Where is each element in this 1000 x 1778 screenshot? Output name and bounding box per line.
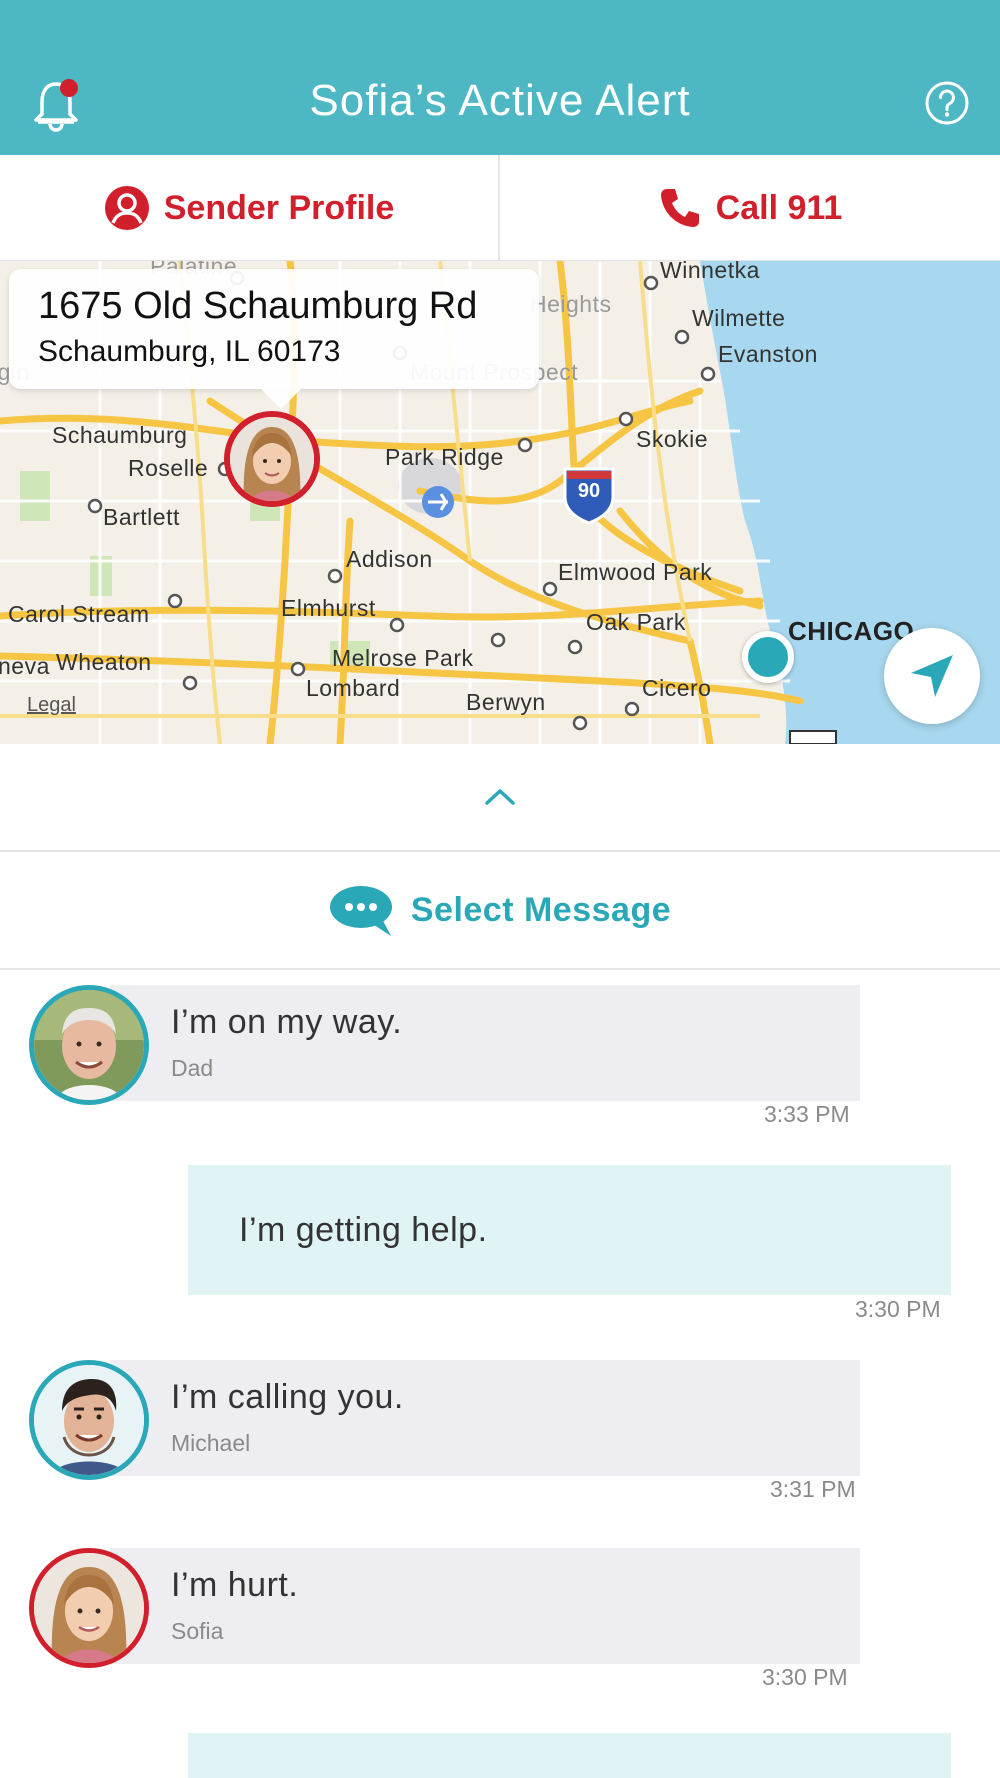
page-title: Sofia’s Active Alert	[309, 76, 691, 125]
chevron-up-icon	[485, 789, 515, 805]
map-label-oak-park: Oak Park	[586, 609, 686, 635]
user-circle-icon	[104, 186, 149, 230]
message-bubble-incoming[interactable]: I’m calling you. Michael	[110, 1360, 860, 1476]
message-timestamp: 3:33 PM	[764, 1101, 850, 1127]
app-header: Sofia’s Active Alert	[0, 0, 1000, 155]
map-label-heights: Heights	[530, 291, 612, 317]
map-label-melrose-park: Melrose Park	[332, 645, 474, 671]
map-label-elmwood-park: Elmwood Park	[558, 559, 713, 585]
interstate-90-shield: 90	[577, 480, 601, 502]
message-timestamp: 3:30 PM	[762, 1664, 848, 1690]
avatar-michael[interactable]	[29, 1360, 149, 1480]
map-label-wilmette: Wilmette	[692, 305, 786, 331]
message-bubble-incoming[interactable]: I’m hurt. Sofia	[110, 1548, 860, 1664]
action-bar: Sender Profile Call 911	[0, 155, 1000, 261]
sofia-location-pin-avatar[interactable]	[224, 411, 320, 507]
sender-profile-button[interactable]: Sender Profile	[0, 155, 500, 261]
help-icon[interactable]	[924, 80, 970, 126]
expand-map-toggle[interactable]	[0, 744, 1000, 852]
message-text: I’m on my way.	[171, 1003, 403, 1041]
select-message-label: Select Message	[410, 890, 672, 929]
location-arrow-icon	[911, 655, 953, 697]
message-timestamp: 3:30 PM	[855, 1296, 941, 1322]
message-text: I’m hurt.	[171, 1566, 299, 1604]
map-label-wheaton: Wheaton	[56, 649, 152, 675]
avatar-dad[interactable]	[29, 985, 149, 1105]
girl-portrait-icon	[230, 417, 314, 501]
message-bubble-incoming[interactable]: I’m on my way. Dad	[110, 985, 860, 1101]
girl-portrait-icon	[34, 1553, 144, 1663]
message-timestamp: 3:31 PM	[770, 1476, 856, 1502]
map-label-addison: Addison	[346, 546, 433, 572]
map-view[interactable]: Palatine Winnetka Heights Wilmette Evans…	[0, 261, 1000, 744]
message-text: I’m getting help.	[239, 1211, 488, 1249]
address-line-2: Schaumburg, IL 60173	[38, 335, 341, 368]
legal-link[interactable]: Legal	[27, 694, 76, 717]
call-911-label: Call 911	[715, 188, 843, 227]
map-label-lombard: Lombard	[306, 675, 401, 701]
map-label-chicago: CHICAGO	[788, 616, 915, 646]
chat-bubble-icon	[329, 886, 392, 936]
sender-profile-label: Sender Profile	[163, 188, 395, 227]
message-text: I’m calling you.	[171, 1378, 404, 1416]
message-sender: Sofia	[171, 1618, 224, 1644]
call-911-button[interactable]: Call 911	[500, 155, 1000, 261]
message-bubble-outgoing-partial[interactable]	[188, 1733, 951, 1778]
address-callout[interactable]: 1675 Old Schaumburg Rd Schaumburg, IL 60…	[9, 269, 539, 409]
map-label-winnetka: Winnetka	[660, 261, 760, 283]
avatar-sofia[interactable]	[29, 1548, 149, 1668]
map-label-evanston: Evanston	[718, 341, 818, 367]
map-label-elmhurst: Elmhurst	[281, 595, 376, 621]
current-location-dot	[742, 631, 794, 683]
elderly-man-portrait-icon	[34, 990, 144, 1100]
map-label-park-ridge: Park Ridge	[385, 444, 504, 470]
map-label-geneva: neva	[0, 653, 50, 679]
map-label-berwyn: Berwyn	[466, 689, 546, 715]
address-line-1: 1675 Old Schaumburg Rd	[38, 285, 478, 327]
man-portrait-icon	[34, 1365, 144, 1475]
map-label-cicero: Cicero	[642, 675, 712, 701]
map-label-roselle: Roselle	[128, 455, 209, 481]
map-label-schaumburg: Schaumburg	[52, 422, 188, 448]
phone-icon	[660, 189, 699, 227]
message-sender: Dad	[171, 1055, 214, 1081]
message-bubble-outgoing[interactable]: I’m getting help.	[188, 1165, 951, 1295]
navigate-button[interactable]	[884, 628, 980, 724]
message-sender: Michael	[171, 1430, 251, 1456]
select-message-button[interactable]: Select Message	[0, 852, 1000, 970]
map-label-bartlett: Bartlett	[103, 504, 180, 530]
map-label-carol-stream: Carol Stream	[8, 601, 150, 627]
map-label-skokie: Skokie	[636, 426, 709, 452]
